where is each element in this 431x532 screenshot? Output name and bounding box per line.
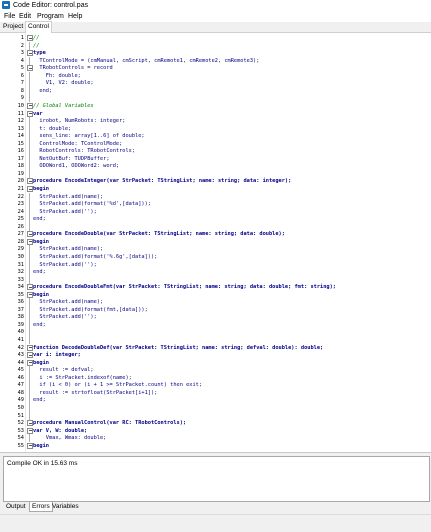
code-text: begin — [33, 442, 49, 449]
tab-output[interactable]: Output — [4, 502, 28, 511]
menu-file[interactable]: File — [4, 11, 15, 22]
editor-tabs: Project Control — [0, 21, 431, 33]
messages-panel[interactable]: Compile OK in 15.63 ms — [3, 456, 430, 502]
compile-message: Compile OK in 15.63 ms — [7, 460, 78, 467]
tab-project[interactable]: Project — [3, 22, 23, 32]
bottom-tabs: Output Errors Variables — [0, 502, 431, 512]
app-icon — [2, 1, 10, 9]
title-bar: Code Editor: control.pas — [0, 0, 431, 11]
window-title: Code Editor: control.pas — [13, 2, 89, 9]
line-number: 55 — [17, 442, 24, 449]
menu-help[interactable]: Help — [68, 11, 82, 22]
code-line[interactable]: 55 begin — [0, 442, 431, 450]
code-editor[interactable]: 1//2//3 type 4 TControlMode = (cmManual, c… — [0, 33, 431, 453]
status-bar — [0, 514, 431, 532]
menu-bar: File Edit Program Help — [0, 11, 431, 22]
tab-variables[interactable]: Variables — [50, 502, 81, 511]
tab-control[interactable]: Control — [25, 21, 52, 33]
